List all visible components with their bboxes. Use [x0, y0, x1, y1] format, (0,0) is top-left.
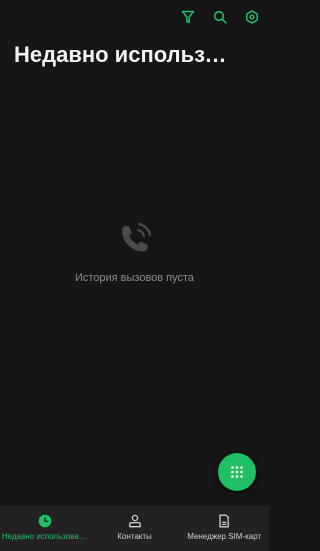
nav-item-label: Недавно использованные [1, 532, 88, 541]
top-toolbar [177, 6, 263, 28]
sim-card-icon [219, 514, 230, 528]
empty-state-text: История вызовов пуста [74, 272, 195, 284]
filter-button[interactable] [177, 6, 199, 28]
filter-icon [181, 10, 195, 24]
nav-item-recent[interactable]: Недавно использованные [0, 506, 90, 551]
settings-icon [246, 10, 258, 24]
empty-state: История вызовов пуста [0, 216, 269, 284]
clock-icon [38, 514, 52, 528]
search-icon [213, 10, 227, 24]
nav-item-sim-manager[interactable]: Менеджер SIM-карт [179, 506, 269, 551]
dialpad-button[interactable] [218, 453, 256, 491]
page-title: Недавно использованные [14, 42, 234, 67]
phone-call-icon [121, 222, 151, 252]
dialpad-icon [231, 466, 243, 478]
search-button[interactable] [209, 6, 231, 28]
nav-item-contacts[interactable]: Контакты [90, 506, 180, 551]
settings-button[interactable] [241, 6, 263, 28]
bottom-nav: Недавно использованные Контакты Менеджер… [0, 506, 269, 551]
nav-item-label: Менеджер SIM-карт [187, 532, 262, 541]
contact-icon [128, 514, 141, 528]
nav-item-label: Контакты [117, 532, 152, 541]
